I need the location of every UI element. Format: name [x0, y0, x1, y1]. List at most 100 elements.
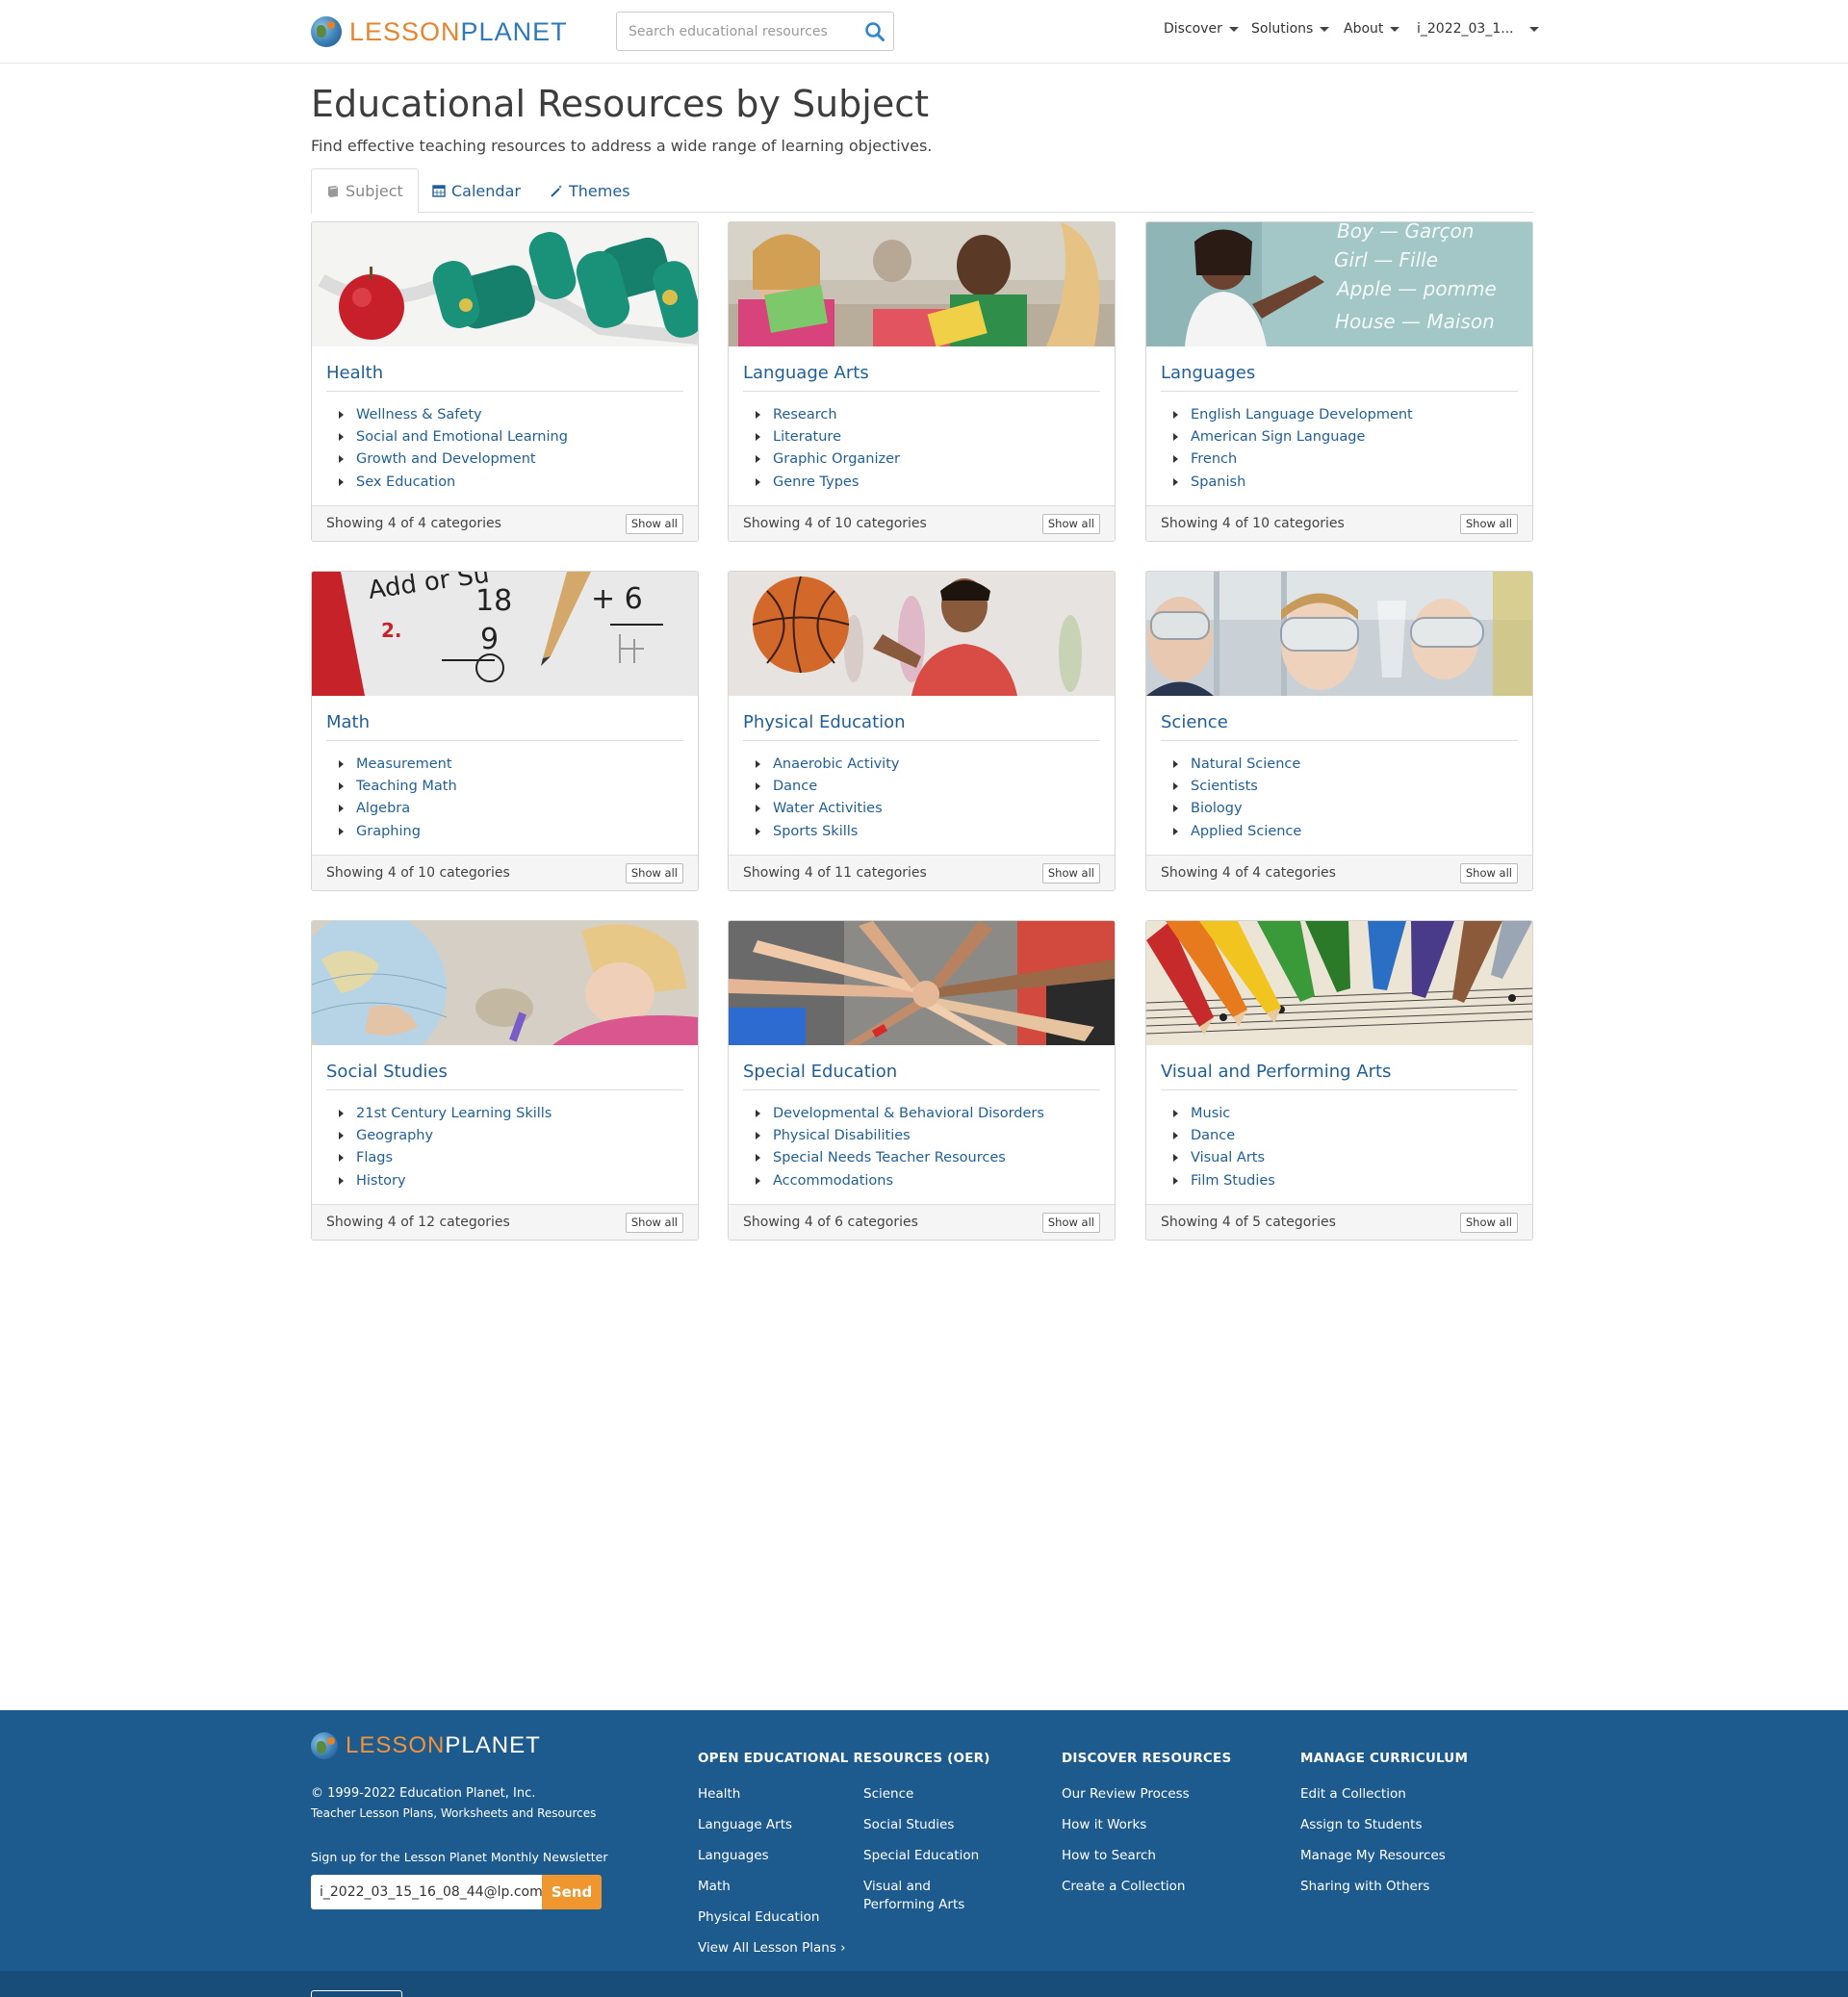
logo-word-planet: PLANET [460, 16, 568, 46]
show-all-button[interactable]: Show all [1459, 863, 1518, 883]
show-all-button[interactable]: Show all [1041, 863, 1100, 883]
card-title[interactable]: Special Education [743, 1058, 1100, 1090]
category-count: Showing 4 of 12 categories [326, 1215, 510, 1230]
newsletter-send-button[interactable]: Send [542, 1875, 602, 1909]
show-all-button[interactable]: Show all [625, 1213, 683, 1233]
nav-discover[interactable]: Discover [1164, 21, 1239, 37]
footer-link[interactable]: Sharing with Others [1300, 1878, 1446, 1908]
category-link[interactable]: Anaerobic Activity [756, 753, 899, 775]
category-link[interactable]: Social and Emotional Learning [339, 425, 568, 448]
footer-link[interactable]: Special Education [863, 1847, 988, 1878]
card-title[interactable]: Language Arts [743, 359, 1100, 392]
footer-discover-col: Our Review Process How it Works How to S… [1062, 1785, 1190, 1908]
category-list: Developmental & Behavioral Disorders Phy… [756, 1102, 1044, 1191]
footer-link[interactable]: Visual and Performing Arts [863, 1878, 988, 1914]
category-link[interactable]: Graphic Organizer [756, 448, 900, 471]
show-all-button[interactable]: Show all [625, 514, 683, 534]
category-link[interactable]: Special Needs Teacher Resources [756, 1147, 1044, 1169]
category-link[interactable]: Sports Skills [756, 820, 899, 842]
card-title[interactable]: Visual and Performing Arts [1161, 1058, 1518, 1090]
category-link[interactable]: Flags [339, 1147, 552, 1169]
category-link[interactable]: Film Studies [1173, 1169, 1275, 1191]
category-link[interactable]: Growth and Development [339, 448, 568, 471]
footer-link[interactable]: Our Review Process [1062, 1785, 1190, 1816]
caret-right-icon [339, 410, 344, 419]
category-link[interactable]: Dance [1173, 1124, 1275, 1146]
category-link[interactable]: Geography [339, 1124, 552, 1146]
category-link[interactable]: Measurement [339, 753, 457, 775]
category-link[interactable]: Literature [756, 425, 900, 448]
footer-link[interactable]: Create a Collection [1062, 1878, 1190, 1908]
category-link[interactable]: Applied Science [1173, 820, 1301, 842]
category-link[interactable]: Algebra [339, 798, 457, 820]
site-footer: LESSONPLANET © 1999-2022 Education Plane… [0, 1710, 1848, 1971]
footer-link[interactable]: How it Works [1062, 1816, 1190, 1847]
category-link[interactable]: Music [1173, 1102, 1275, 1124]
tab-themes[interactable]: Themes [550, 168, 630, 213]
category-link[interactable]: English Language Development [1173, 403, 1413, 425]
category-link[interactable]: Natural Science [1173, 753, 1301, 775]
category-link[interactable]: Genre Types [756, 471, 900, 493]
footer-bottom-button[interactable] [311, 1990, 402, 1997]
category-link[interactable]: Water Activities [756, 798, 899, 820]
search-input[interactable] [618, 13, 849, 49]
show-all-button[interactable]: Show all [1459, 1213, 1518, 1233]
category-link[interactable]: American Sign Language [1173, 425, 1413, 448]
category-link[interactable]: Research [756, 403, 900, 425]
footer-link[interactable]: Math [698, 1878, 846, 1908]
card-footer: Showing 4 of 6 categories Show all [729, 1204, 1115, 1240]
category-link[interactable]: History [339, 1169, 552, 1191]
category-link[interactable]: Teaching Math [339, 775, 457, 797]
category-link[interactable]: Physical Disabilities [756, 1124, 1044, 1146]
category-link[interactable]: Visual Arts [1173, 1147, 1275, 1169]
category-link[interactable]: Biology [1173, 798, 1301, 820]
nav-about[interactable]: About [1344, 21, 1400, 37]
category-link[interactable]: Spanish [1173, 471, 1413, 493]
footer-link[interactable]: Manage My Resources [1300, 1847, 1446, 1878]
category-link[interactable]: Sex Education [339, 471, 568, 493]
category-link[interactable]: Dance [756, 775, 899, 797]
category-link[interactable]: Wellness & Safety [339, 403, 568, 425]
footer-link[interactable]: Social Studies [863, 1816, 988, 1847]
tab-calendar[interactable]: Calendar [432, 168, 521, 213]
show-all-button[interactable]: Show all [1041, 1213, 1100, 1233]
subject-card-science: Science Natural Science Scientists Biolo… [1145, 571, 1533, 891]
footer-logo[interactable]: LESSONPLANET [311, 1732, 541, 1759]
tab-subject[interactable]: Subject [311, 168, 419, 214]
caret-down-icon [1320, 26, 1330, 32]
search-icon[interactable] [864, 21, 886, 42]
category-link[interactable]: Graphing [339, 820, 457, 842]
newsletter-email-input[interactable] [311, 1875, 542, 1909]
nav-user-menu[interactable]: i_2022_03_1... [1417, 21, 1539, 37]
footer-link[interactable]: Science [863, 1785, 988, 1816]
category-link[interactable]: Accommodations [756, 1169, 1044, 1191]
show-all-button[interactable]: Show all [1041, 514, 1100, 534]
caret-right-icon [339, 1176, 344, 1185]
show-all-button[interactable]: Show all [1459, 514, 1518, 534]
card-image-language-arts [729, 222, 1115, 346]
card-title[interactable]: Health [326, 359, 683, 392]
footer-link[interactable]: Physical Education [698, 1908, 846, 1939]
view-all-lesson-plans-link[interactable]: View All Lesson Plans › [698, 1939, 846, 1970]
footer-link[interactable]: Edit a Collection [1300, 1785, 1446, 1816]
footer-link[interactable]: How to Search [1062, 1847, 1190, 1878]
card-title[interactable]: Languages [1161, 359, 1518, 392]
category-count: Showing 4 of 10 categories [326, 865, 510, 881]
site-logo[interactable]: LESSONPLANET [311, 15, 568, 48]
footer-link[interactable]: Languages [698, 1847, 846, 1878]
nav-solutions[interactable]: Solutions [1251, 21, 1330, 37]
card-title[interactable]: Science [1161, 708, 1518, 741]
category-link[interactable]: Scientists [1173, 775, 1301, 797]
footer-link[interactable]: Language Arts [698, 1816, 846, 1847]
footer-link[interactable]: Health [698, 1785, 846, 1816]
category-link[interactable]: Developmental & Behavioral Disorders [756, 1102, 1044, 1124]
category-link[interactable]: French [1173, 448, 1413, 471]
footer-link[interactable]: Assign to Students [1300, 1816, 1446, 1847]
caret-right-icon [339, 455, 344, 464]
card-title[interactable]: Math [326, 708, 683, 741]
category-link[interactable]: 21st Century Learning Skills [339, 1102, 552, 1124]
show-all-button[interactable]: Show all [625, 863, 683, 883]
card-image-special-education [729, 921, 1115, 1045]
card-title[interactable]: Social Studies [326, 1058, 683, 1090]
card-title[interactable]: Physical Education [743, 708, 1100, 741]
